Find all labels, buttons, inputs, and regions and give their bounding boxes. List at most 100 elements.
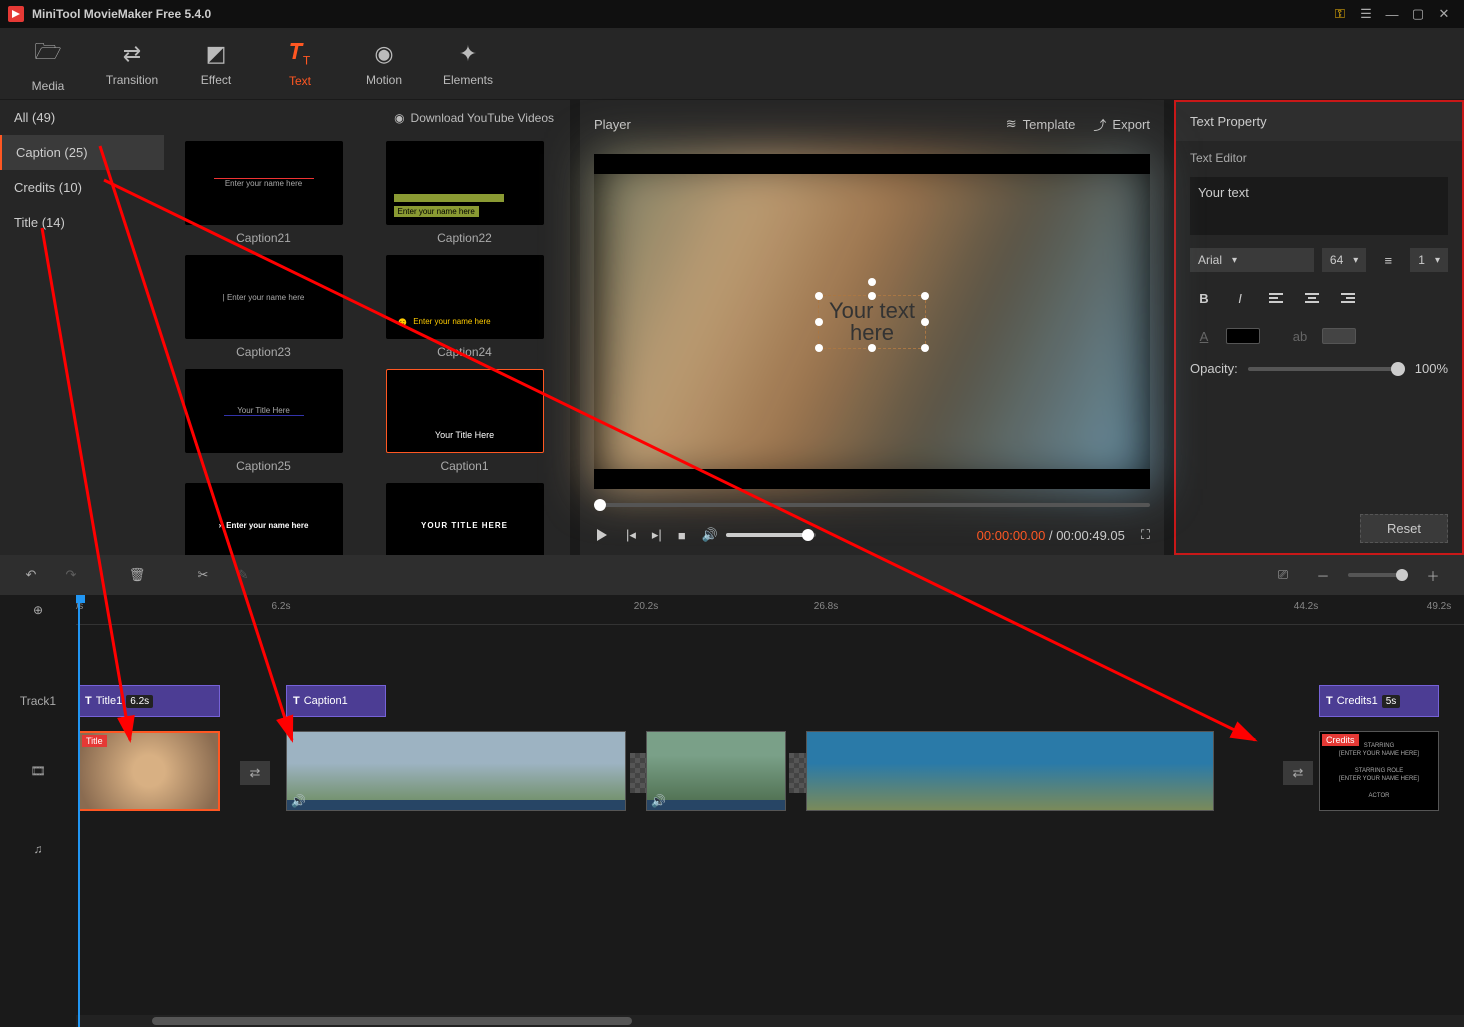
overlay-text[interactable]: Your texthere (829, 300, 915, 344)
zoom-out-button[interactable]: － (1306, 560, 1340, 590)
video-clip[interactable]: 🔊 (286, 731, 626, 811)
thumb-caption: Caption1 (440, 459, 488, 473)
library-item[interactable]: YOUR TITLE HERE (371, 483, 558, 555)
video-clip[interactable] (806, 731, 1214, 811)
video-clip[interactable]: Title (78, 731, 220, 811)
effect-icon: ◩ (206, 41, 227, 67)
template-button[interactable]: ≋Template (1006, 116, 1076, 132)
add-track-button[interactable]: ⊕ (0, 595, 76, 625)
minimize-button[interactable]: — (1380, 2, 1404, 26)
thumb-caption: Caption24 (437, 345, 492, 359)
text-color-swatch[interactable] (1226, 328, 1260, 344)
library-item[interactable]: Your Title Here Caption1 (371, 369, 558, 473)
tab-media[interactable]: 🗁 Media (12, 33, 84, 95)
align-center-button[interactable] (1298, 285, 1326, 311)
text-clip[interactable]: TCaption1 (286, 685, 386, 717)
tab-elements[interactable]: ✦ Elements (432, 33, 504, 95)
video-track[interactable]: Title ⇄ 🔊 🔊 (76, 723, 1464, 819)
text-clip[interactable]: TCredits15s (1319, 685, 1439, 717)
category-title[interactable]: Title (14) (0, 205, 164, 240)
opacity-slider[interactable] (1248, 367, 1405, 371)
next-frame-button[interactable]: ▸| (652, 527, 662, 543)
zoom-slider[interactable] (1348, 573, 1408, 577)
main-toolbar: 🗁 Media ⇄ Transition ◩ Effect 𝑻T Text ◉ … (0, 28, 1464, 100)
fontsize-dropdown[interactable]: 64 (1322, 248, 1366, 272)
tab-transition[interactable]: ⇄ Transition (96, 33, 168, 95)
library-item[interactable]: Your Title Here Caption25 (170, 369, 357, 473)
split-button[interactable]: ✂ (186, 560, 220, 590)
category-credits[interactable]: Credits (10) (0, 170, 164, 205)
volume-slider[interactable] (726, 533, 816, 537)
ruler-tick: 26.8s (814, 601, 838, 612)
text-input[interactable] (1190, 177, 1448, 235)
app-icon (8, 6, 24, 22)
thumb-text: Your Title Here (435, 430, 494, 440)
timeline-scrollbar[interactable] (76, 1015, 1464, 1027)
reset-button[interactable]: Reset (1360, 514, 1448, 543)
thumb-caption: Caption22 (437, 231, 492, 245)
line-spacing-icon[interactable]: ≡ (1374, 247, 1402, 273)
library-item[interactable]: Enter your name here Caption21 (170, 141, 357, 245)
template-label: Template (1023, 117, 1076, 132)
category-caption[interactable]: Caption (25) (0, 135, 164, 170)
tab-label: Transition (106, 73, 158, 87)
play-button[interactable] (594, 527, 610, 543)
track-label: Track1 (0, 679, 76, 723)
tab-effect[interactable]: ◩ Effect (180, 33, 252, 95)
export-button[interactable]: ⤴Export (1093, 115, 1150, 134)
crop-button[interactable]: ✎ (226, 560, 260, 590)
clip-badge: Title (82, 735, 107, 747)
app-title: MiniTool MovieMaker Free 5.4.0 (32, 7, 211, 21)
playhead[interactable] (78, 595, 80, 1027)
clip-badge: Credits (1322, 734, 1359, 746)
overlay-text-editor[interactable]: Your texthere (818, 295, 926, 349)
video-clip[interactable]: 🔊 (646, 731, 786, 811)
export-label: Export (1112, 117, 1150, 132)
redo-button[interactable]: ↷ (54, 560, 88, 590)
library-item[interactable]: Enter your name here Caption22 (371, 141, 558, 245)
font-dropdown[interactable]: Arial (1190, 248, 1314, 272)
bold-button[interactable]: B (1190, 285, 1218, 311)
thumb-text: Enter your name here (225, 179, 302, 188)
tab-motion[interactable]: ◉ Motion (348, 33, 420, 95)
music-track[interactable] (76, 819, 1464, 879)
tab-text[interactable]: 𝑻T Text (264, 33, 336, 95)
zoom-in-button[interactable]: ＋ (1416, 560, 1450, 590)
category-all[interactable]: All (49) (0, 100, 164, 135)
thumb-text: | Enter your name here (223, 293, 305, 302)
ruler-tick: 44.2s (1294, 601, 1318, 612)
text-clip[interactable]: TTitle16.2s (78, 685, 220, 717)
thumb-text: Your Title Here (237, 406, 290, 415)
download-youtube-link[interactable]: Download YouTube Videos (411, 111, 554, 125)
menu-icon[interactable]: ☰ (1354, 2, 1378, 26)
seek-bar[interactable] (594, 495, 1150, 515)
close-button[interactable]: ✕ (1432, 2, 1456, 26)
delete-button[interactable]: 🗑 (120, 560, 154, 590)
highlight-swatch[interactable] (1322, 328, 1356, 344)
volume-icon[interactable]: 🔊 (702, 527, 718, 543)
align-left-button[interactable] (1262, 285, 1290, 311)
text-color-button[interactable]: A (1190, 323, 1218, 349)
italic-button[interactable]: I (1226, 285, 1254, 311)
maximize-button[interactable]: ▢ (1406, 2, 1430, 26)
fullscreen-button[interactable]: ⛶ (1141, 527, 1150, 543)
stop-button[interactable]: ■ (678, 528, 686, 543)
library-item[interactable]: ›› Enter your name here (170, 483, 357, 555)
undo-button[interactable]: ↶ (14, 560, 48, 590)
spacing-dropdown[interactable]: 1 (1410, 248, 1448, 272)
prev-frame-button[interactable]: |◂ (626, 527, 636, 543)
timeline-ruler[interactable]: 0s 6.2s 20.2s 26.8s 44.2s 49.2s (76, 595, 1464, 625)
time-display: 00:00:00.00 / 00:00:49.05 (977, 528, 1125, 543)
highlight-color-button[interactable]: ab (1286, 323, 1314, 349)
player-preview[interactable]: Your texthere (594, 154, 1150, 489)
text-track[interactable]: TTitle16.2s TCaption1 TCredits15s (76, 679, 1464, 723)
transition-marker[interactable]: ⇄ (1283, 761, 1313, 785)
align-right-button[interactable] (1334, 285, 1362, 311)
tab-label: Text (289, 74, 311, 88)
fit-button[interactable]: ⎚ (1266, 560, 1300, 590)
transition-marker[interactable]: ⇄ (240, 761, 270, 785)
premium-key-icon[interactable]: ⚿ (1328, 2, 1352, 26)
library-item[interactable]: ☻Enter your name here Caption24 (371, 255, 558, 359)
video-clip[interactable]: Credits STARRING[ENTER YOUR NAME HERE]ST… (1319, 731, 1439, 811)
library-item[interactable]: | Enter your name here Caption23 (170, 255, 357, 359)
